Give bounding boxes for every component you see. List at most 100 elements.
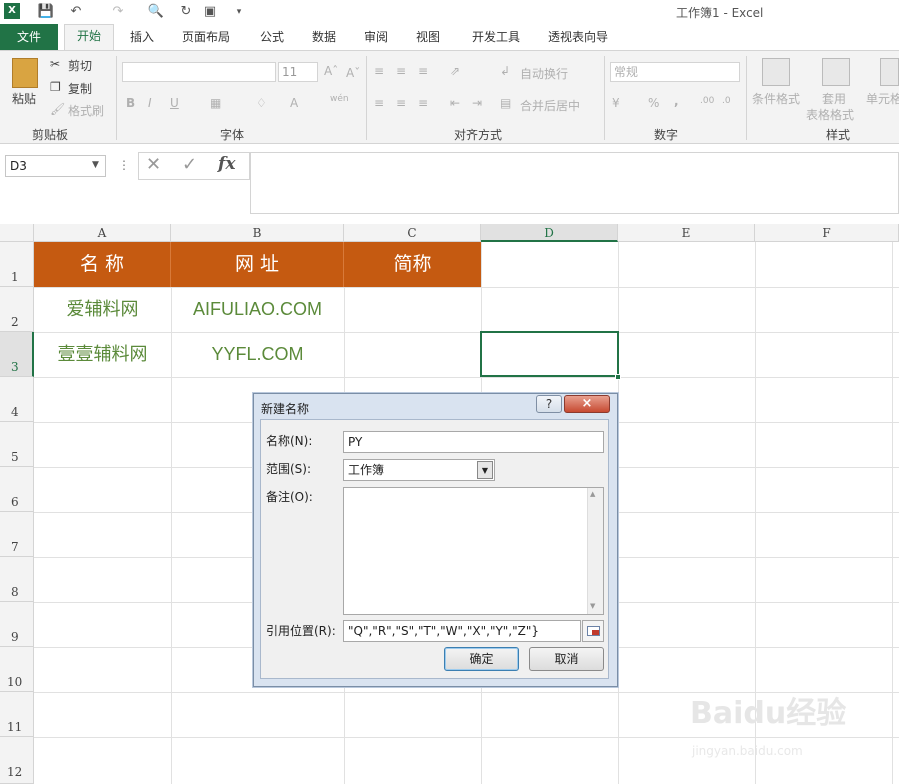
comment-scrollbar[interactable] xyxy=(587,488,603,614)
format-as-table-line2[interactable]: 表格格式 xyxy=(806,106,854,123)
tab-formulas[interactable]: 公式 xyxy=(252,26,292,50)
tab-data[interactable]: 数据 xyxy=(304,26,344,50)
dialog-help-button[interactable]: ? xyxy=(536,395,562,413)
print-preview-icon[interactable]: 🔍 xyxy=(146,3,166,21)
cut-icon[interactable]: ✂ xyxy=(50,57,60,71)
fill-color-icon[interactable]: ♢ xyxy=(256,96,267,110)
refresh-icon[interactable]: ↻ xyxy=(176,3,196,21)
row-header-11[interactable]: 11 xyxy=(0,692,34,737)
merge-center-icon[interactable]: ▤ xyxy=(500,96,511,110)
name-input[interactable]: PY xyxy=(343,431,604,453)
cancel-icon[interactable]: ✕ xyxy=(146,154,161,175)
tab-developer[interactable]: 开发工具 xyxy=(464,26,528,50)
row-header-9[interactable]: 9 xyxy=(0,602,34,647)
wrap-text-icon[interactable]: ↲ xyxy=(500,64,510,78)
format-painter-button[interactable]: 格式刷 xyxy=(68,102,104,119)
cell-styles-icon[interactable] xyxy=(880,58,899,86)
cell-b3[interactable]: YYFL.COM xyxy=(171,332,344,377)
column-header-d[interactable]: D xyxy=(481,224,618,242)
align-center-icon[interactable]: ≡ xyxy=(396,96,406,110)
cell-a3[interactable]: 壹壹辅料网 xyxy=(34,332,171,377)
italic-button[interactable]: I xyxy=(148,96,152,110)
shrink-font-icon[interactable]: Aˇ xyxy=(346,66,360,80)
conditional-format-icon[interactable] xyxy=(762,58,790,86)
copy-icon[interactable]: ❐ xyxy=(50,80,61,94)
column-header-b[interactable]: B xyxy=(171,224,344,242)
conditional-format-button[interactable]: 条件格式 xyxy=(752,90,800,107)
format-painter-icon[interactable]: 🖌 xyxy=(50,102,65,116)
column-header-c[interactable]: C xyxy=(344,224,481,242)
cancel-button[interactable]: 取消 xyxy=(529,647,604,671)
scroll-down-icon[interactable]: ▼ xyxy=(590,602,595,610)
customize-qat-icon[interactable]: ▾ xyxy=(232,3,246,21)
range-picker-icon[interactable] xyxy=(582,620,604,642)
phonetic-icon[interactable]: wén xyxy=(330,94,349,104)
row-header-3[interactable]: 3 xyxy=(0,332,34,377)
decrease-decimal-icon[interactable]: .0 xyxy=(722,96,731,106)
column-header-f[interactable]: F xyxy=(755,224,899,242)
row-header-8[interactable]: 8 xyxy=(0,557,34,602)
underline-button[interactable]: U xyxy=(170,96,179,110)
scope-dropdown-icon[interactable]: ▼ xyxy=(477,461,493,479)
row-header-1[interactable]: 1 xyxy=(0,242,34,287)
paste-button[interactable]: 粘贴 xyxy=(12,90,36,107)
border-icon[interactable]: ▦ xyxy=(210,96,221,110)
tab-pivot-wizard[interactable]: 透视表向导 xyxy=(542,26,614,50)
fill-handle[interactable] xyxy=(615,374,621,380)
align-middle-icon[interactable]: ≡ xyxy=(396,64,406,78)
grow-font-icon[interactable]: Aˆ xyxy=(324,64,338,78)
align-bottom-icon[interactable]: ≡ xyxy=(418,64,428,78)
increase-decimal-icon[interactable]: .00 xyxy=(700,96,714,106)
row-header-2[interactable]: 2 xyxy=(0,287,34,332)
tab-review[interactable]: 审阅 xyxy=(356,26,396,50)
row-header-10[interactable]: 10 xyxy=(0,647,34,692)
cell-c1[interactable]: 简称 xyxy=(344,242,481,287)
percent-button[interactable]: % xyxy=(648,96,659,110)
merge-center-button[interactable]: 合并后居中 xyxy=(520,97,580,114)
reference-input[interactable]: "Q","R","S","T","W","X","Y","Z"} xyxy=(343,620,581,642)
copy-button[interactable]: 复制 xyxy=(68,80,92,97)
orientation-icon[interactable]: ⇗ xyxy=(450,64,460,78)
redo-icon[interactable]: ↷ xyxy=(106,3,130,21)
tab-insert[interactable]: 插入 xyxy=(122,26,162,50)
tab-view[interactable]: 视图 xyxy=(408,26,448,50)
font-name-select[interactable] xyxy=(122,62,276,82)
font-color-icon[interactable]: A xyxy=(290,96,298,110)
enter-icon[interactable]: ✓ xyxy=(182,154,197,175)
row-header-4[interactable]: 4 xyxy=(0,377,34,422)
name-box-dropdown-icon[interactable]: ▼ xyxy=(92,160,99,170)
align-right-icon[interactable]: ≡ xyxy=(418,96,428,110)
scroll-up-icon[interactable]: ▲ xyxy=(590,490,595,498)
comma-button[interactable]: , xyxy=(674,94,679,108)
cell-b1[interactable]: 网 址 xyxy=(171,242,344,287)
tab-file[interactable]: 文件 xyxy=(0,24,58,50)
scope-select[interactable]: 工作簿 xyxy=(343,459,495,481)
selected-cell-d3[interactable] xyxy=(480,331,619,377)
name-box[interactable]: D3 xyxy=(5,155,106,177)
cell-a1[interactable]: 名 称 xyxy=(34,242,171,287)
bold-button[interactable]: B xyxy=(126,96,135,110)
align-left-icon[interactable]: ≡ xyxy=(374,96,384,110)
save-icon[interactable]: 💾 xyxy=(36,3,56,21)
format-as-table-line1[interactable]: 套用 xyxy=(822,90,846,107)
dialog-close-button[interactable]: × xyxy=(564,395,610,413)
select-all-corner[interactable] xyxy=(0,224,34,242)
tab-home[interactable]: 开始 xyxy=(64,24,114,51)
cell-a2[interactable]: 爱辅料网 xyxy=(34,287,171,332)
comment-textarea[interactable] xyxy=(343,487,604,615)
row-header-5[interactable]: 5 xyxy=(0,422,34,467)
increase-indent-icon[interactable]: ⇥ xyxy=(472,96,482,110)
number-format-select[interactable]: 常规 xyxy=(610,62,740,82)
decrease-indent-icon[interactable]: ⇤ xyxy=(450,96,460,110)
cut-button[interactable]: 剪切 xyxy=(68,57,92,74)
row-header-7[interactable]: 7 xyxy=(0,512,34,557)
column-header-a[interactable]: A xyxy=(34,224,171,242)
align-top-icon[interactable]: ≡ xyxy=(374,64,384,78)
ok-button[interactable]: 确定 xyxy=(444,647,519,671)
camera-icon[interactable]: ▣ xyxy=(200,3,220,21)
row-header-6[interactable]: 6 xyxy=(0,467,34,512)
column-header-e[interactable]: E xyxy=(618,224,755,242)
undo-icon[interactable]: ↶ xyxy=(64,3,88,21)
format-as-table-icon[interactable] xyxy=(822,58,850,86)
wrap-text-button[interactable]: 自动换行 xyxy=(520,65,568,82)
